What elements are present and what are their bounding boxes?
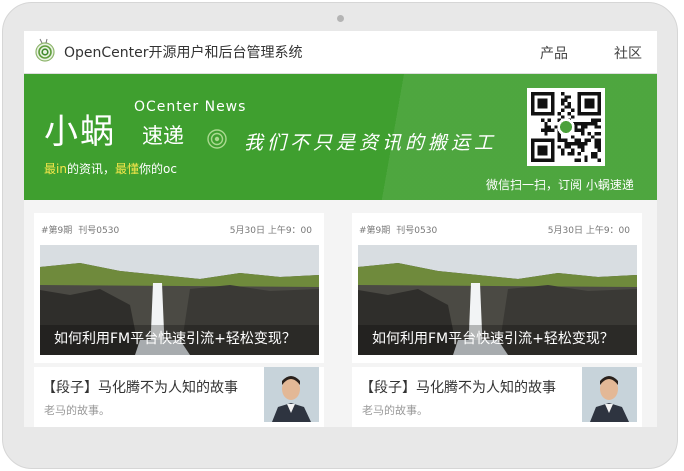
story-title[interactable]: 【段子】马化腾不为人知的故事 xyxy=(360,377,556,397)
tagline-highlight: 最懂 xyxy=(114,162,139,176)
tablet-frame: OpenCenter开源用户和后台管理系统 产品 社区 小蜗 OCenter N… xyxy=(2,2,678,469)
tagline-part: 你的oc xyxy=(139,162,177,176)
headline-title[interactable]: 如何利用FM平台快速引流+轻松变现？ xyxy=(372,328,614,348)
news-banner: 小蜗 OCenter News 速递 我们不只是资讯的搬运工 最in的资讯，最懂… xyxy=(24,74,657,200)
story-thumbnail[interactable] xyxy=(582,367,637,422)
site-title[interactable]: OpenCenter开源用户和后台管理系统 xyxy=(64,42,303,62)
tagline-part: 的资讯， xyxy=(66,162,115,176)
tagline-part: 最 xyxy=(44,162,57,176)
card-time: 5月30日 上午9：00 xyxy=(229,226,312,236)
headline-title[interactable]: 如何利用FM平台快速引流+轻松变现？ xyxy=(54,328,296,348)
brand-title: 小蜗 xyxy=(44,112,116,152)
story-description: 老马的故事。 xyxy=(44,404,110,417)
issue-number: 刊号0530 xyxy=(396,226,438,236)
issue-label: #第9期 xyxy=(41,226,73,236)
news-card[interactable]: #第9期 刊号0530 5月30日 上午9：00 如何利用FM平台快速引流+轻松变… xyxy=(352,213,642,427)
issue-number: 刊号0530 xyxy=(78,226,120,236)
card-meta: #第9期 刊号0530 xyxy=(41,223,119,236)
banner-tagline: 最in的资讯，最懂你的oc xyxy=(44,160,177,177)
headline-image[interactable]: 如何利用FM平台快速引流+轻松变现？ xyxy=(40,245,319,355)
story-thumbnail[interactable] xyxy=(264,367,319,422)
person-portrait-image xyxy=(264,367,319,422)
snail-swirl-icon xyxy=(207,129,227,149)
person-portrait-image xyxy=(582,367,637,422)
snail-logo-icon[interactable] xyxy=(33,38,57,62)
top-bar: OpenCenter开源用户和后台管理系统 产品 社区 xyxy=(24,31,657,74)
qr-code-pattern xyxy=(531,92,601,162)
nav-products[interactable]: 产品 xyxy=(540,43,568,63)
brand-english-title: OCenter News xyxy=(134,99,247,115)
camera-dot xyxy=(337,15,344,22)
card-meta: #第9期 刊号0530 xyxy=(359,223,437,236)
issue-label: #第9期 xyxy=(359,226,391,236)
screen: OpenCenter开源用户和后台管理系统 产品 社区 小蜗 OCenter N… xyxy=(24,31,657,427)
tagline-highlight: in xyxy=(56,162,67,176)
headline-image[interactable]: 如何利用FM平台快速引流+轻松变现？ xyxy=(358,245,637,355)
brand-subtitle: 速递 xyxy=(142,124,184,148)
qr-caption: 微信扫一扫，订阅 小蜗速递 xyxy=(486,178,634,192)
card-time: 5月30日 上午9：00 xyxy=(547,226,630,236)
story-title[interactable]: 【段子】马化腾不为人知的故事 xyxy=(42,377,238,397)
nav-community[interactable]: 社区 xyxy=(614,43,642,63)
banner-slogan: 我们不只是资讯的搬运工 xyxy=(244,132,498,154)
wechat-qr-code xyxy=(527,88,605,166)
news-card[interactable]: #第9期 刊号0530 5月30日 上午9：00 如何利用FM平台快速引流+轻松变… xyxy=(34,213,324,427)
story-description: 老马的故事。 xyxy=(362,404,428,417)
